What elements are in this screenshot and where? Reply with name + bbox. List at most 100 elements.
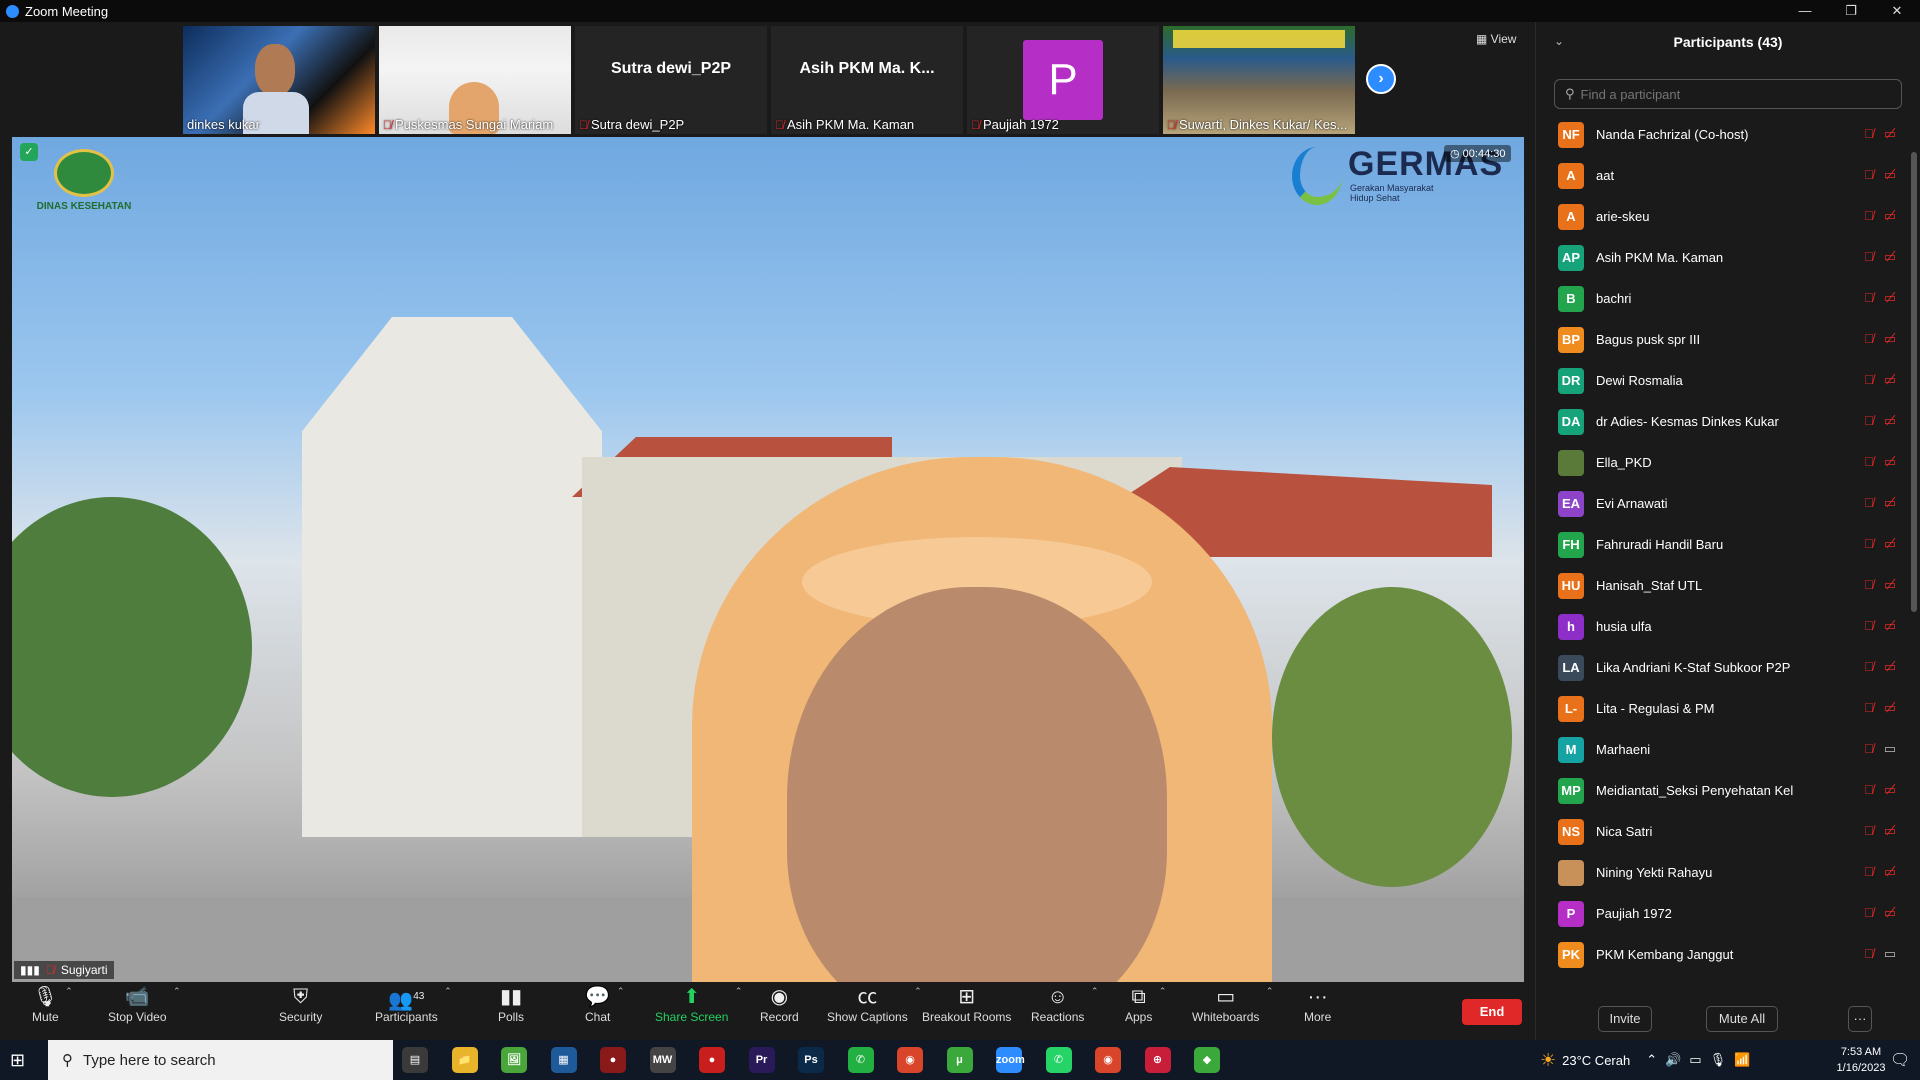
taskbar-app-icon[interactable]: ▦ xyxy=(550,1047,577,1073)
participant-row[interactable]: MP Meidiantati_Seksi Penyehatan Kel 🎙̸ ▭̸ xyxy=(1536,770,1908,811)
taskbar-app-icon[interactable]: ✆ xyxy=(847,1047,874,1073)
close-button[interactable]: ✕ xyxy=(1874,0,1920,22)
tray-icons[interactable]: ⌃🔊▭🎙📶 xyxy=(1646,1052,1758,1068)
taskbar-app-icon[interactable]: μ xyxy=(946,1047,973,1073)
restore-button[interactable]: ❐ xyxy=(1828,0,1874,22)
search-icon: ⚲ xyxy=(1565,86,1575,101)
taskbar-app-icon[interactable]: Pr xyxy=(748,1047,775,1073)
mic-muted-icon: 🎙̸ xyxy=(1863,823,1874,838)
video-tile[interactable]: Sutra dewi_P2P 🎙̸ Sutra dewi_P2P xyxy=(575,26,767,134)
background-tree xyxy=(1272,587,1512,887)
participants-panel: ⌄ Participants (43) ⚲ NF Nanda Fachrizal … xyxy=(1535,22,1920,1040)
taskbar-app-icon[interactable]: Ps xyxy=(798,1047,824,1073)
taskbar-app-icon[interactable]: 📁 xyxy=(451,1047,478,1073)
record-button[interactable]: ◉ Record xyxy=(760,984,799,1024)
weather-text: 23°C Cerah xyxy=(1562,1052,1631,1068)
taskbar-app-icon[interactable]: MW xyxy=(649,1047,676,1073)
taskbar-app-icon[interactable]: ● xyxy=(699,1047,725,1073)
chevron-up-icon[interactable]: ⌃ xyxy=(1159,986,1167,997)
video-off-icon: ▭̸ xyxy=(1883,864,1896,879)
participant-row[interactable]: Nining Yekti Rahayu 🎙̸ ▭̸ xyxy=(1536,852,1908,893)
reactions-button[interactable]: ☺ Reactions ⌃ xyxy=(1031,984,1098,1024)
view-button[interactable]: ▦ View xyxy=(1476,32,1516,46)
breakout-rooms-button[interactable]: ⊞ Breakout Rooms xyxy=(922,984,1011,1024)
participant-row[interactable]: NS Nica Satri 🎙̸ ▭̸ xyxy=(1536,811,1908,852)
show-captions-button[interactable]: ㏄ Show Captions ⌃ xyxy=(827,984,922,1024)
chevron-up-icon[interactable]: ⌃ xyxy=(1266,986,1274,997)
participant-status: 🎙̸ ▭̸ xyxy=(1864,700,1896,716)
video-tile[interactable]: 🎙̸ Suwarti, Dinkes Kukar/ Kes... xyxy=(1163,26,1355,134)
share-screen-button[interactable]: ⬆ Share Screen ⌃ xyxy=(655,984,742,1024)
chevron-up-icon[interactable]: ⌃ xyxy=(444,986,452,997)
taskbar-app-icon[interactable]: ⊕ xyxy=(1144,1047,1171,1073)
security-button[interactable]: ⛨ Security xyxy=(279,984,322,1024)
participant-row[interactable]: P Paujiah 1972 🎙̸ ▭̸ xyxy=(1536,893,1908,934)
participant-row[interactable]: AP Asih PKM Ma. Kaman 🎙̸ ▭̸ xyxy=(1536,237,1908,278)
invite-button[interactable]: Invite xyxy=(1598,1006,1652,1032)
participant-row[interactable]: EA Evi Arnawati 🎙̸ ▭̸ xyxy=(1536,483,1908,524)
mic-muted-icon: 🎙̸ xyxy=(1863,454,1874,469)
participant-row[interactable]: PK PKM Kembang Janggut 🎙̸ ▭ xyxy=(1536,934,1908,975)
participant-row[interactable]: M Marhaeni 🎙̸ ▭ xyxy=(1536,729,1908,770)
taskbar-app-icon[interactable]: ◉ xyxy=(897,1047,923,1073)
participant-row[interactable]: L- Lita - Regulasi & PM 🎙̸ ▭̸ xyxy=(1536,688,1908,729)
taskbar-app-icon[interactable]: ▤ xyxy=(402,1047,428,1073)
stop-video-button[interactable]: 📹 Stop Video ⌃ xyxy=(108,984,181,1024)
mute-button[interactable]: 🎙 Mute ⌃ xyxy=(32,984,73,1024)
participant-row[interactable]: h husia ulfa 🎙̸ ▭̸ xyxy=(1536,606,1908,647)
participant-status: 🎙̸ ▭̸ xyxy=(1864,618,1896,634)
more-options-button[interactable]: ··· xyxy=(1848,1006,1872,1032)
windows-start-icon[interactable]: ⊞ xyxy=(10,1050,30,1070)
chevron-up-icon[interactable]: ⌃ xyxy=(914,986,922,997)
polls-button[interactable]: ▮▮ Polls xyxy=(498,984,524,1024)
notifications-icon[interactable]: 🗨 xyxy=(1890,1050,1910,1070)
taskbar-search[interactable]: ⚲ Type here to search xyxy=(48,1040,393,1080)
participant-row[interactable]: NF Nanda Fachrizal (Co-host) 🎙̸ ▭̸ xyxy=(1536,114,1908,155)
chevron-up-icon[interactable]: ⌃ xyxy=(65,986,73,997)
participants-count: 43 xyxy=(413,991,425,1002)
search-input[interactable] xyxy=(1580,86,1881,102)
taskbar-app-icon[interactable]: 🖼 xyxy=(501,1047,527,1073)
participant-row[interactable]: HU Hanisah_Staf UTL 🎙̸ ▭̸ xyxy=(1536,565,1908,606)
participant-row[interactable]: DR Dewi Rosmalia 🎙̸ ▭̸ xyxy=(1536,360,1908,401)
taskbar-app-icon[interactable]: zoom xyxy=(996,1047,1025,1073)
participant-row[interactable]: FH Fahruradi Handil Baru 🎙̸ ▭̸ xyxy=(1536,524,1908,565)
video-off-icon: ▭̸ xyxy=(1883,618,1896,633)
whiteboards-button[interactable]: ▭ Whiteboards ⌃ xyxy=(1192,984,1273,1024)
taskbar-app-icon[interactable]: ✆ xyxy=(1045,1047,1072,1073)
participant-search[interactable]: ⚲ xyxy=(1554,79,1902,109)
participant-avatar: P xyxy=(1558,900,1584,927)
mic-muted-icon: 🎙̸ xyxy=(1863,864,1874,879)
taskbar-app-icon[interactable]: ◆ xyxy=(1194,1047,1220,1073)
taskbar-app-icon[interactable]: ◉ xyxy=(1095,1047,1121,1073)
next-page-arrow-icon[interactable]: › xyxy=(1366,64,1396,94)
chevron-up-icon[interactable]: ⌃ xyxy=(735,986,743,997)
participants-button[interactable]: 👥43 Participants ⌃ xyxy=(375,984,452,1024)
participant-row[interactable]: DA dr Adies- Kesmas Dinkes Kukar 🎙̸ ▭̸ xyxy=(1536,401,1908,442)
more-button[interactable]: ··· More xyxy=(1304,984,1331,1024)
mute-all-button[interactable]: Mute All xyxy=(1706,1006,1778,1032)
end-meeting-button[interactable]: End xyxy=(1462,999,1522,1025)
apps-button[interactable]: ⧉ Apps ⌃ xyxy=(1125,984,1166,1024)
participant-row[interactable]: Aaat 🎙̸ ▭̸ xyxy=(1536,155,1908,196)
panel-scrollbar[interactable] xyxy=(1911,152,1917,612)
participant-name: Asih PKM Ma. Kaman xyxy=(1596,250,1724,265)
taskbar-app-icon[interactable]: ● xyxy=(600,1047,626,1073)
participant-row[interactable]: Aarie-skeu 🎙̸ ▭̸ xyxy=(1536,196,1908,237)
video-tile[interactable]: 🎙̸ Puskesmas Sungai Mariam xyxy=(379,26,571,134)
taskbar-clock[interactable]: 7:53 AM 1/16/2023 xyxy=(1828,1044,1894,1076)
participant-row[interactable]: Ella_PKD 🎙̸ ▭̸ xyxy=(1536,442,1908,483)
chevron-up-icon[interactable]: ⌃ xyxy=(173,986,181,997)
video-tile[interactable]: P 🎙̸ Paujiah 1972 xyxy=(967,26,1159,134)
chevron-up-icon[interactable]: ⌃ xyxy=(617,986,625,997)
video-tile[interactable]: Asih PKM Ma. K... 🎙̸ Asih PKM Ma. Kaman xyxy=(771,26,963,134)
chevron-up-icon[interactable]: ⌃ xyxy=(1091,986,1099,997)
chat-button[interactable]: 💬 Chat ⌃ xyxy=(585,984,624,1024)
participant-row[interactable]: Bbachri 🎙̸ ▭̸ xyxy=(1536,278,1908,319)
minimize-button[interactable]: — xyxy=(1782,0,1828,22)
collapse-chevron-icon[interactable]: ⌄ xyxy=(1554,34,1564,48)
participant-row[interactable]: BP Bagus pusk spr III 🎙̸ ▭̸ xyxy=(1536,319,1908,360)
video-tile[interactable]: dinkes kukar xyxy=(183,26,375,134)
mic-muted-icon: 🎙̸ xyxy=(1863,618,1874,633)
participant-row[interactable]: LA Lika Andriani K-Staf Subkoor P2P 🎙̸ ▭̸ xyxy=(1536,647,1908,688)
